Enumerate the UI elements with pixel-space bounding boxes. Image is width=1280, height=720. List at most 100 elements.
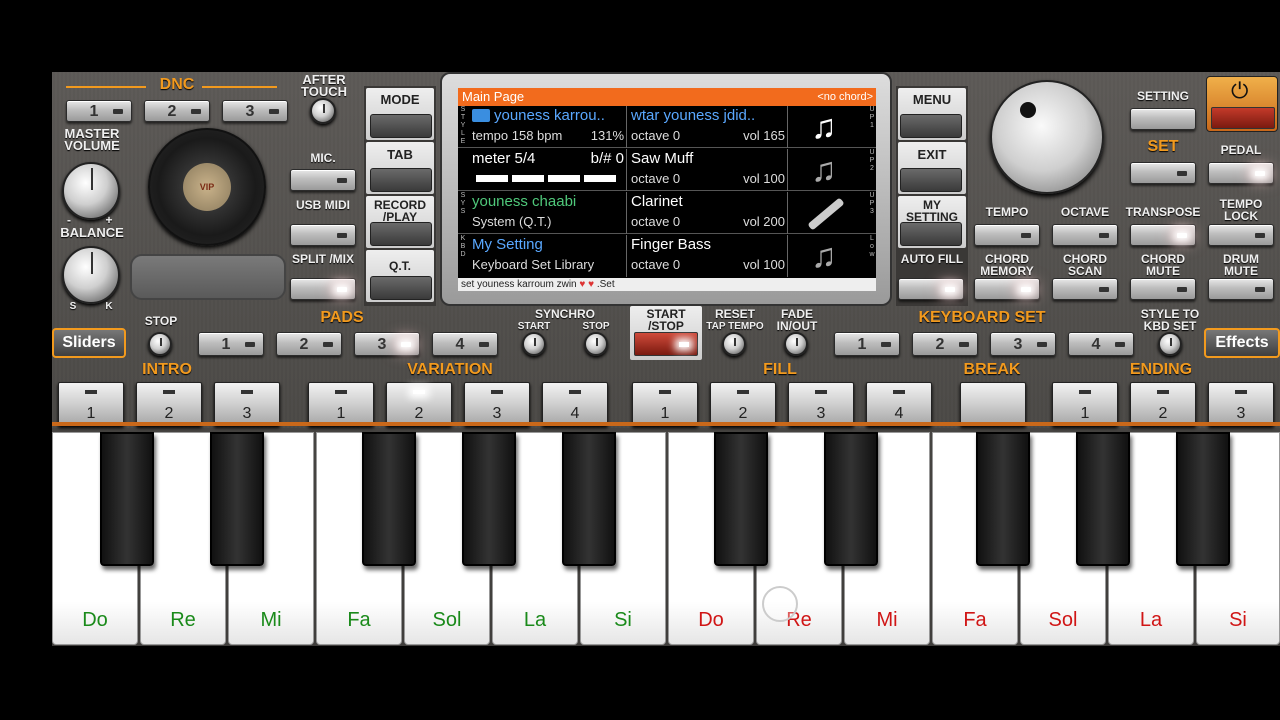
intro-label: INTRO	[142, 361, 192, 378]
fill-button-1[interactable]: 1	[632, 382, 698, 426]
tempo-lock-button[interactable]	[1208, 224, 1274, 246]
style-row[interactable]: S T Y L E youness karrou.. tempo 158 bpm…	[458, 106, 876, 148]
tempo-value: tempo 158 bpm	[472, 128, 563, 143]
variation-button-4[interactable]: 4	[542, 382, 608, 426]
piano-black-key[interactable]	[976, 432, 1030, 566]
meter-value: meter 5/4	[472, 150, 536, 167]
sliders-button[interactable]: Sliders	[52, 328, 126, 358]
setting-button[interactable]	[1130, 108, 1196, 130]
transpose-button[interactable]	[1130, 224, 1196, 246]
row-side-label: S T Y L E	[460, 106, 466, 145]
led-icon	[335, 390, 347, 394]
piano-black-key[interactable]	[100, 432, 154, 566]
usb-midi-button[interactable]	[290, 224, 356, 246]
piano-black-key[interactable]	[210, 432, 264, 566]
my-setting-button[interactable]	[900, 222, 962, 246]
part-label: U P 2	[869, 149, 875, 172]
chord-mute-button[interactable]	[1130, 278, 1196, 300]
kbd-set-button-1[interactable]: 1	[834, 332, 900, 356]
piano-black-key[interactable]	[462, 432, 516, 566]
balance-label: BALANCE	[60, 225, 124, 240]
piano-black-key[interactable]	[1076, 432, 1130, 566]
keyboard-set-row[interactable]: K B D My Setting Keyboard Set Library Fi…	[458, 235, 876, 277]
jog-dial[interactable]	[990, 80, 1104, 194]
system-name: youness chaabi	[472, 193, 577, 210]
effects-button[interactable]: Effects	[1204, 328, 1280, 358]
master-volume-knob[interactable]	[62, 162, 120, 220]
dnc-button-1[interactable]: 1	[66, 100, 132, 122]
chord-memory-button[interactable]	[974, 278, 1040, 300]
pads-stop-knob[interactable]	[148, 332, 172, 356]
piano-black-key[interactable]	[562, 432, 616, 566]
sync-start-knob[interactable]	[522, 332, 546, 356]
menu-button[interactable]	[900, 114, 962, 138]
dj-turntable[interactable]: VIP	[148, 128, 266, 246]
fill-button-4[interactable]: 4	[866, 382, 932, 426]
piano-black-key[interactable]	[824, 432, 878, 566]
dnc-button-2[interactable]: 2	[144, 100, 210, 122]
pedal-button[interactable]	[1208, 162, 1274, 184]
kbd-set-button-2[interactable]: 2	[912, 332, 978, 356]
kbd-set-button-4[interactable]: 4	[1068, 332, 1134, 356]
system-row[interactable]: S Y S youness chaabi System (Q.T.) Clari…	[458, 192, 876, 234]
key-label: Mi	[260, 609, 282, 631]
reset-knob[interactable]	[722, 332, 746, 356]
transpose-value: b/# 0	[590, 150, 624, 167]
power-icon: ⏻	[1231, 78, 1249, 103]
piano-black-key[interactable]	[714, 432, 768, 566]
led-icon	[401, 342, 411, 347]
note-icon-cell[interactable]: ♫	[789, 149, 867, 191]
break-button[interactable]	[960, 382, 1026, 426]
exit-button[interactable]	[900, 168, 962, 192]
note-icon-cell[interactable]: ♫	[789, 106, 867, 148]
intro-button-3[interactable]: 3	[214, 382, 280, 426]
ending-button-1[interactable]: 1	[1052, 382, 1118, 426]
beat-indicator	[476, 175, 508, 182]
fill-button-2[interactable]: 2	[710, 382, 776, 426]
style-to-kbd-knob[interactable]	[1158, 332, 1182, 356]
after-touch-knob[interactable]	[310, 98, 336, 124]
set-button[interactable]	[1130, 162, 1196, 184]
intro-button-2[interactable]: 2	[136, 382, 202, 426]
ending-button-3[interactable]: 3	[1208, 382, 1274, 426]
piano-black-key[interactable]	[362, 432, 416, 566]
pad-button-4[interactable]: 4	[432, 332, 498, 356]
note-icon-cell[interactable]	[789, 192, 867, 234]
pad-button-1[interactable]: 1	[198, 332, 264, 356]
fade-knob[interactable]	[784, 332, 808, 356]
mic-button[interactable]	[290, 169, 356, 191]
led-icon	[1079, 390, 1091, 394]
kbd-set-button-3[interactable]: 3	[990, 332, 1056, 356]
split-mix-button[interactable]	[290, 278, 356, 300]
meter-row[interactable]: meter 5/4 b/# 0 Saw Muff octave 0 vol 10…	[458, 149, 876, 191]
record-play-button[interactable]	[370, 222, 432, 246]
octave-button[interactable]	[1052, 224, 1118, 246]
variation-button-1[interactable]: 1	[308, 382, 374, 426]
tempo-button[interactable]	[974, 224, 1040, 246]
keyboard-set-name: My Setting	[472, 236, 543, 253]
variation-button-3[interactable]: 3	[464, 382, 530, 426]
qt-button[interactable]	[370, 276, 432, 300]
intro-button-1[interactable]: 1	[58, 382, 124, 426]
sync-stop-knob[interactable]	[584, 332, 608, 356]
power-button[interactable]	[1211, 107, 1275, 129]
mode-button[interactable]	[370, 114, 432, 138]
piano-black-key[interactable]	[1176, 432, 1230, 566]
ending-button-2[interactable]: 2	[1130, 382, 1196, 426]
chord-memory-label: CHORD MEMORY	[980, 252, 1034, 278]
pad-button-2[interactable]: 2	[276, 332, 342, 356]
note-icon-cell[interactable]: ♫	[789, 235, 867, 277]
variation-button-2[interactable]: 2	[386, 382, 452, 426]
balance-knob[interactable]	[62, 246, 120, 304]
start-stop-button[interactable]	[634, 332, 698, 356]
tab-button[interactable]	[370, 168, 432, 192]
led-icon	[659, 390, 671, 394]
dnc-button-3[interactable]: 3	[222, 100, 288, 122]
drum-mute-button[interactable]	[1208, 278, 1274, 300]
chord-scan-button[interactable]	[1052, 278, 1118, 300]
pad-button-3[interactable]: 3	[354, 332, 420, 356]
my-setting-label: MY SETTING	[905, 198, 958, 224]
auto-fill-button[interactable]	[898, 278, 964, 300]
pitch-bend-pad[interactable]	[130, 254, 286, 300]
fill-button-3[interactable]: 3	[788, 382, 854, 426]
